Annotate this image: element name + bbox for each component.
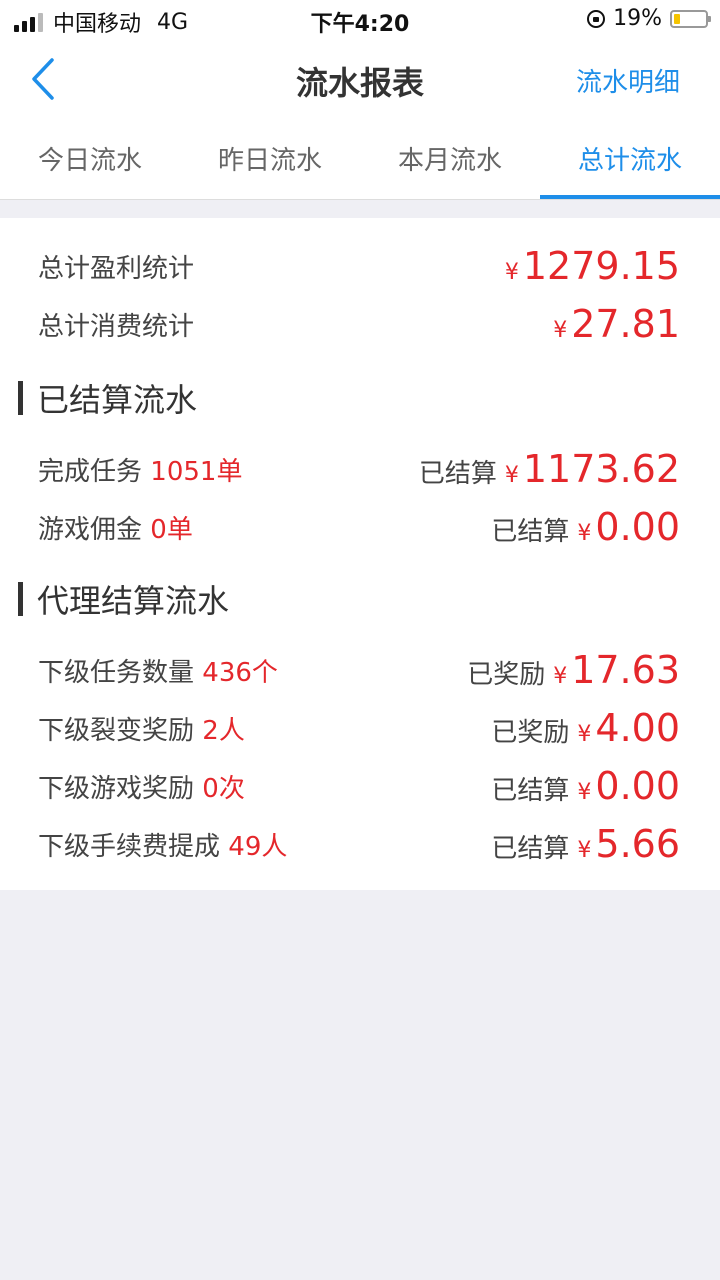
currency-symbol: ¥ xyxy=(577,838,592,863)
status-bar: 中国移动 4G 下午4:20 19% xyxy=(0,0,720,40)
item-label: 下级游戏奖励 xyxy=(38,773,195,804)
flow-detail-link[interactable]: 流水明细 xyxy=(576,62,680,99)
item-amount: 0.00 xyxy=(595,764,680,808)
item-label-group: 下级任务数量 436个 xyxy=(38,652,278,689)
item-value-group: 已奖励 ¥ 4.00 xyxy=(491,706,680,750)
list-item: 下级裂变奖励 2人 已奖励 ¥ 4.00 xyxy=(38,700,680,756)
item-count: 1051单 xyxy=(150,456,243,487)
agent-section-header: 代理结算流水 xyxy=(18,574,229,624)
item-status: 已结算 xyxy=(491,517,570,547)
report-card: 总计盈利统计 ¥ 1279.15 总计消费统计 ¥ 27.81 已结算流水 完成… xyxy=(0,218,720,890)
tab-today[interactable]: 今日流水 xyxy=(0,122,180,199)
profit-label: 总计盈利统计 xyxy=(38,253,195,284)
item-status: 已奖励 xyxy=(467,660,546,690)
settled-section-header: 已结算流水 xyxy=(18,373,197,423)
section-marker xyxy=(18,381,23,415)
item-label: 下级裂变奖励 xyxy=(38,715,195,746)
item-amount: 0.00 xyxy=(595,505,680,549)
item-count: 2人 xyxy=(202,715,245,746)
item-value-group: 已奖励 ¥ 17.63 xyxy=(467,648,680,692)
currency-symbol: ¥ xyxy=(504,463,519,488)
item-count: 0单 xyxy=(150,514,193,545)
item-label: 游戏佣金 xyxy=(38,514,143,545)
currency-symbol: ¥ xyxy=(577,521,592,546)
item-label: 下级任务数量 xyxy=(38,657,195,688)
nav-bar: 流水报表 流水明细 xyxy=(0,40,720,122)
section-marker xyxy=(18,582,23,616)
item-status: 已结算 xyxy=(418,459,497,489)
item-value-group: 已结算 ¥ 0.00 xyxy=(491,764,680,808)
consume-value-group: ¥ 27.81 xyxy=(553,302,680,346)
item-status: 已结算 xyxy=(491,776,570,806)
list-item: 下级游戏奖励 0次 已结算 ¥ 0.00 xyxy=(38,758,680,814)
tab-bar: 今日流水 昨日流水 本月流水 总计流水 xyxy=(0,122,720,200)
consume-amount: 27.81 xyxy=(571,302,680,346)
currency-symbol: ¥ xyxy=(577,780,592,805)
tab-yesterday[interactable]: 昨日流水 xyxy=(180,122,360,199)
tab-month[interactable]: 本月流水 xyxy=(360,122,540,199)
rotation-lock-icon xyxy=(587,9,606,28)
item-status: 已结算 xyxy=(491,834,570,864)
consume-row: 总计消费统计 ¥ 27.81 xyxy=(38,296,680,352)
item-count: 49人 xyxy=(228,831,288,862)
currency-symbol: ¥ xyxy=(553,664,568,689)
item-amount: 17.63 xyxy=(571,648,680,692)
item-label: 下级手续费提成 xyxy=(38,831,221,862)
list-item: 完成任务 1051单 已结算 ¥ 1173.62 xyxy=(38,441,680,497)
item-value-group: 已结算 ¥ 5.66 xyxy=(491,822,680,866)
settled-section-title: 已结算流水 xyxy=(37,381,198,419)
tab-total[interactable]: 总计流水 xyxy=(540,122,720,199)
item-label-group: 下级裂变奖励 2人 xyxy=(38,710,245,747)
item-value-group: 已结算 ¥ 1173.62 xyxy=(419,447,680,491)
item-count: 0次 xyxy=(202,773,245,804)
item-label-group: 下级游戏奖励 0次 xyxy=(38,768,245,805)
battery-icon xyxy=(670,9,711,28)
item-label: 完成任务 xyxy=(38,456,143,487)
item-label-group: 下级手续费提成 49人 xyxy=(38,826,287,863)
item-value-group: 已结算 ¥ 0.00 xyxy=(491,505,680,549)
agent-section-title: 代理结算流水 xyxy=(37,582,230,620)
currency-symbol: ¥ xyxy=(504,260,519,285)
profit-amount: 1279.15 xyxy=(522,244,680,288)
profit-value-group: ¥ 1279.15 xyxy=(505,244,680,288)
currency-symbol: ¥ xyxy=(553,318,568,343)
consume-label: 总计消费统计 xyxy=(38,311,195,342)
item-label-group: 游戏佣金 0单 xyxy=(38,509,193,546)
item-status: 已奖励 xyxy=(491,718,570,748)
profit-row: 总计盈利统计 ¥ 1279.15 xyxy=(38,238,680,294)
battery-fill xyxy=(674,13,680,24)
item-amount: 4.00 xyxy=(595,706,680,750)
list-item: 下级手续费提成 49人 已结算 ¥ 5.66 xyxy=(38,816,680,872)
currency-symbol: ¥ xyxy=(577,722,592,747)
list-item: 下级任务数量 436个 已奖励 ¥ 17.63 xyxy=(38,642,680,698)
item-amount: 5.66 xyxy=(595,822,680,866)
battery-percent: 19% xyxy=(613,6,662,31)
item-amount: 1173.62 xyxy=(522,447,680,491)
item-count: 436个 xyxy=(202,657,278,688)
status-right: 19% xyxy=(587,6,711,31)
list-item: 游戏佣金 0单 已结算 ¥ 0.00 xyxy=(38,499,680,555)
item-label-group: 完成任务 1051单 xyxy=(38,451,242,488)
